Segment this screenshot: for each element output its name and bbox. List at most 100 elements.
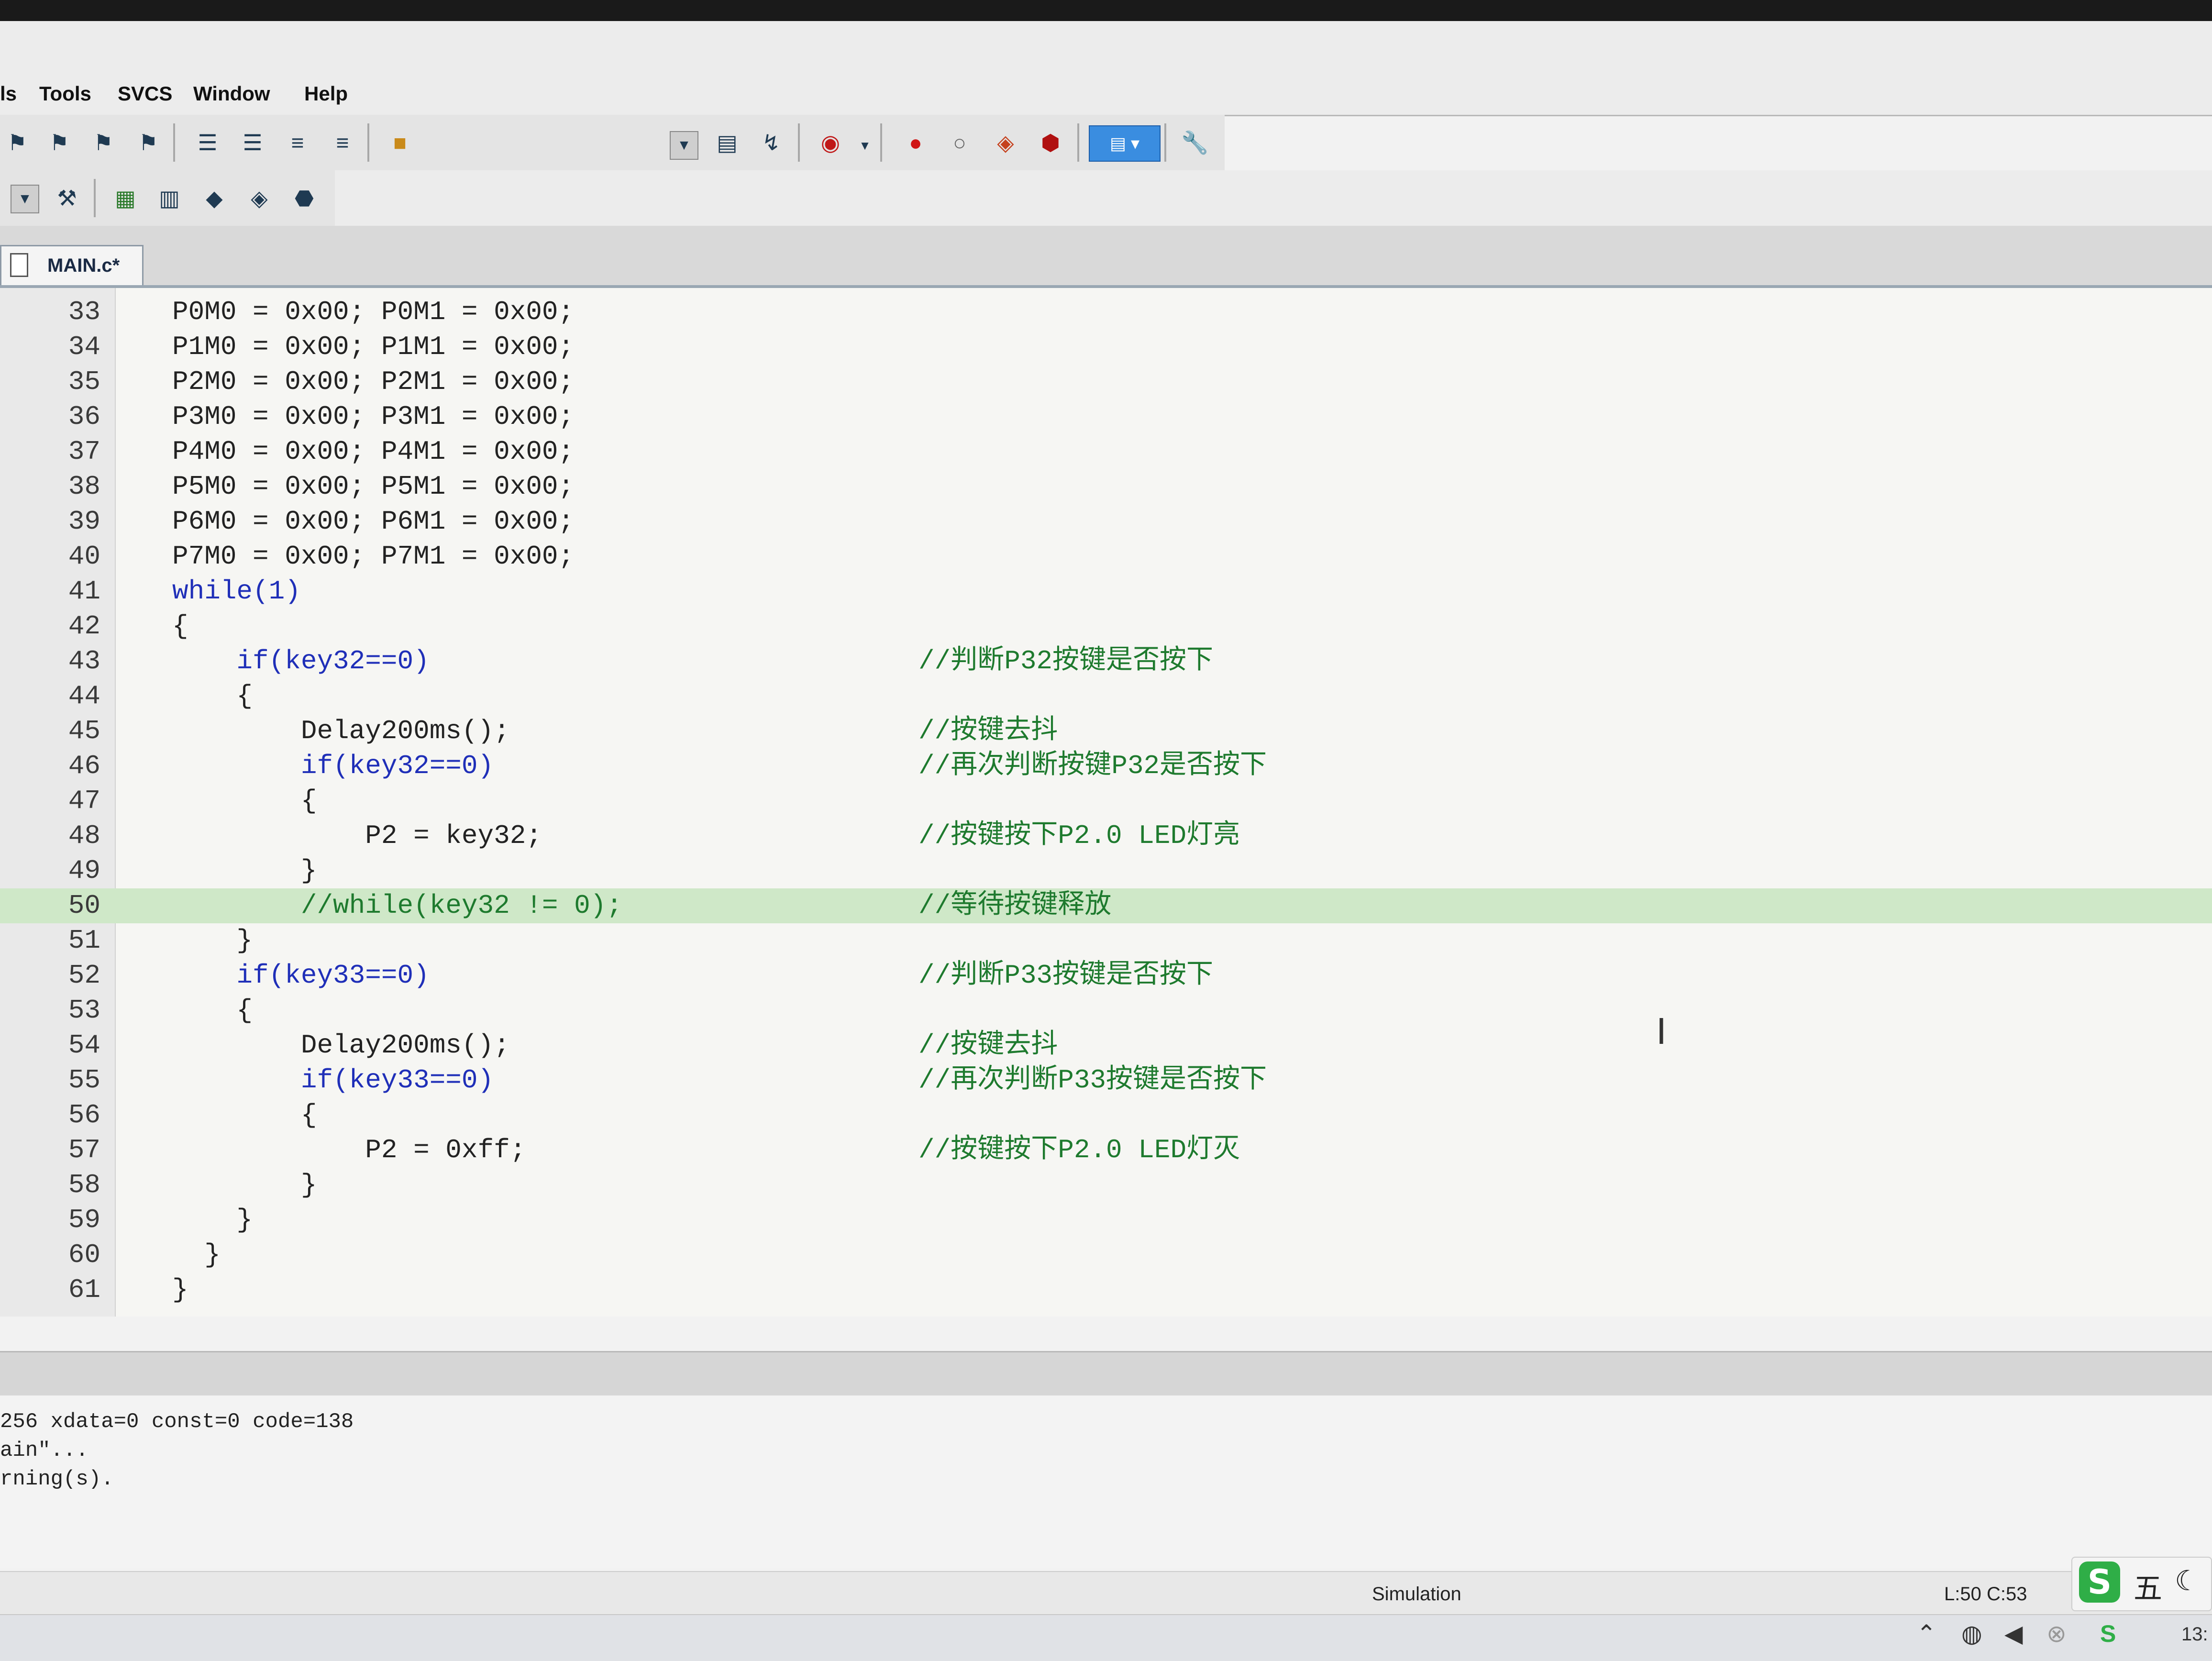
- comment-icon[interactable]: ≡: [283, 128, 312, 157]
- build-output-panel: 256 xdata=0 const=0 code=138 ain"... rni…: [0, 1395, 2212, 1568]
- code-line[interactable]: 61}: [0, 1273, 2212, 1307]
- code-line[interactable]: 35 P2M0 = 0x00; P2M1 = 0x00;: [0, 365, 2212, 399]
- code-text: }: [172, 1274, 188, 1305]
- code-line[interactable]: 39 P6M0 = 0x00; P6M1 = 0x00;: [0, 504, 2212, 539]
- find-in-files-icon[interactable]: ▤: [713, 128, 741, 157]
- debug-start-icon[interactable]: ◉: [816, 128, 845, 157]
- breakpoint-disable-all-icon[interactable]: ◈: [991, 128, 1020, 157]
- pack-installer-icon[interactable]: ◆: [200, 184, 229, 212]
- open-folder-icon[interactable]: ■: [386, 128, 414, 157]
- code-line[interactable]: 59 }: [0, 1203, 2212, 1238]
- moon-icon[interactable]: ☾: [2175, 1564, 2200, 1597]
- line-number: 59: [68, 1205, 100, 1235]
- menu-window[interactable]: Window: [193, 82, 270, 105]
- line-number: 55: [68, 1065, 100, 1096]
- target-select-dropdown-icon[interactable]: ▼: [11, 185, 39, 213]
- configure-icon[interactable]: 🔧: [1181, 128, 1209, 157]
- code-line[interactable]: 53 {: [0, 993, 2212, 1028]
- code-line[interactable]: 33 P0M0 = 0x00; P0M1 = 0x00;: [0, 295, 2212, 330]
- bookmark-clear-icon[interactable]: ⚑: [134, 128, 163, 157]
- indent-icon[interactable]: ☰: [193, 128, 222, 157]
- ime-toolbar[interactable]: S 五 ☾: [2071, 1557, 2212, 1611]
- dropdown-icon[interactable]: ▼: [670, 131, 698, 160]
- target-options-icon[interactable]: ⚒: [53, 184, 81, 212]
- code-text: {: [172, 681, 253, 711]
- ime-tray-icon[interactable]: S: [2100, 1620, 2116, 1648]
- code-editor[interactable]: 33 P0M0 = 0x00; P0M1 = 0x00; 34 P1M0 = 0x00…: [0, 288, 2212, 1317]
- uncomment-icon[interactable]: ≡: [328, 128, 357, 157]
- code-line[interactable]: 38 P5M0 = 0x00; P5M1 = 0x00;: [0, 469, 2212, 504]
- code-line[interactable]: 55 if(key33==0) //再次判断P33按键是否按下: [0, 1063, 2212, 1098]
- select-software-packs-icon[interactable]: ◈: [245, 184, 274, 212]
- code-text: }: [172, 1205, 253, 1235]
- code-line[interactable]: 50 //while(key32 != 0); //等待按键释放: [0, 888, 2212, 923]
- menu-help[interactable]: Help: [304, 82, 348, 105]
- breakpoint-disable-icon[interactable]: ○: [945, 128, 974, 157]
- breakpoint-insert-icon[interactable]: ●: [901, 128, 930, 157]
- file-extensions-icon[interactable]: ▥: [155, 184, 184, 212]
- line-number: 45: [68, 716, 100, 746]
- line-number: 58: [68, 1170, 100, 1200]
- code-line[interactable]: 44 {: [0, 679, 2212, 714]
- code-text: P2 = 0xff;: [172, 1135, 526, 1165]
- code-comment: //再次判断按键P32是否按下: [918, 751, 1267, 781]
- code-line[interactable]: 58 }: [0, 1168, 2212, 1203]
- breakpoint-kill-all-icon[interactable]: ⬢: [1036, 128, 1065, 157]
- code-line[interactable]: 49 }: [0, 853, 2212, 888]
- code-text: P2 = key32;: [172, 820, 542, 851]
- panel-splitter[interactable]: [0, 1351, 2212, 1397]
- code-line[interactable]: 43 if(key32==0) //判断P32按键是否按下: [0, 644, 2212, 679]
- bookmark-prev-icon[interactable]: ⚑: [45, 128, 74, 157]
- code-text: P3M0 = 0x00; P3M1 = 0x00;: [172, 401, 575, 432]
- tab-main-c[interactable]: MAIN.c*: [0, 245, 144, 285]
- code-line[interactable]: 57 P2 = 0xff; //按键按下P2.0 LED灯灭: [0, 1133, 2212, 1168]
- code-line[interactable]: 40 P7M0 = 0x00; P7M1 = 0x00;: [0, 539, 2212, 574]
- code-line[interactable]: 42 {: [0, 609, 2212, 644]
- incremental-find-icon[interactable]: ↯: [757, 128, 785, 157]
- status-bar: Simulation L:50 C:53: [0, 1571, 2212, 1615]
- line-number: 49: [68, 855, 100, 886]
- code-line[interactable]: 60 }: [0, 1238, 2212, 1273]
- line-number: 61: [68, 1274, 100, 1305]
- bookmark-next-icon[interactable]: ⚑: [89, 128, 118, 157]
- clock[interactable]: 13:: [2181, 1624, 2208, 1645]
- code-line[interactable]: 45 Delay200ms(); //按键去抖: [0, 714, 2212, 749]
- code-comment: //按键按下P2.0 LED灯灭: [918, 1135, 1240, 1165]
- rte-icon[interactable]: ⬣: [290, 184, 319, 212]
- code-text: {: [172, 995, 253, 1026]
- menu-tools[interactable]: Tools: [39, 82, 91, 105]
- menu-svcs[interactable]: SVCS: [118, 82, 172, 105]
- debug-dropdown-icon[interactable]: ▼: [851, 131, 879, 160]
- outdent-icon[interactable]: ☰: [238, 128, 267, 157]
- code-line[interactable]: 52 if(key33==0) //判断P33按键是否按下: [0, 958, 2212, 993]
- code-comment: //按键按下P2.0 LED灯亮: [918, 820, 1240, 851]
- code-line[interactable]: 34 P1M0 = 0x00; P1M1 = 0x00;: [0, 330, 2212, 365]
- code-line[interactable]: 41 while(1): [0, 574, 2212, 609]
- menu-tools-partial[interactable]: ls: [0, 82, 17, 105]
- manage-components-icon[interactable]: ▦: [111, 184, 140, 212]
- code-line[interactable]: 48 P2 = key32; //按键按下P2.0 LED灯亮: [0, 819, 2212, 853]
- volume-icon[interactable]: ◀: [2004, 1620, 2023, 1648]
- code-line[interactable]: 37 P4M0 = 0x00; P4M1 = 0x00;: [0, 434, 2212, 469]
- code-text: {: [172, 611, 188, 642]
- bookmark-icon[interactable]: ⚑: [3, 128, 32, 157]
- show-hidden-icons-icon[interactable]: ⌃: [1916, 1620, 1936, 1648]
- window-layout-icon[interactable]: ▤ ▾: [1089, 125, 1161, 162]
- line-number: 54: [68, 1030, 100, 1061]
- network-globe-icon[interactable]: ◍: [1961, 1620, 1982, 1648]
- code-text: }: [172, 855, 317, 886]
- toolbar-separator: [367, 123, 369, 162]
- ide-window: ls Tools SVCS Window Help ⚑ ⚑ ⚑ ⚑ ☰ ☰ ≡ …: [0, 21, 2212, 1661]
- code-line[interactable]: 46 if(key32==0) //再次判断按键P32是否按下: [0, 749, 2212, 784]
- ime-mode[interactable]: 五: [2134, 1565, 2162, 1607]
- close-circle-icon[interactable]: ⊗: [2046, 1620, 2067, 1648]
- ime-logo-icon[interactable]: S: [2079, 1561, 2120, 1603]
- line-number: 48: [68, 820, 100, 851]
- code-text: P2M0 = 0x00; P2M1 = 0x00;: [172, 366, 575, 397]
- toolbar-separator: [173, 123, 175, 162]
- code-line[interactable]: 56 {: [0, 1098, 2212, 1133]
- code-line[interactable]: 36 P3M0 = 0x00; P3M1 = 0x00;: [0, 399, 2212, 434]
- code-line[interactable]: 51 }: [0, 923, 2212, 958]
- code-line[interactable]: 54 Delay200ms(); //按键去抖: [0, 1028, 2212, 1063]
- code-line[interactable]: 47 {: [0, 784, 2212, 819]
